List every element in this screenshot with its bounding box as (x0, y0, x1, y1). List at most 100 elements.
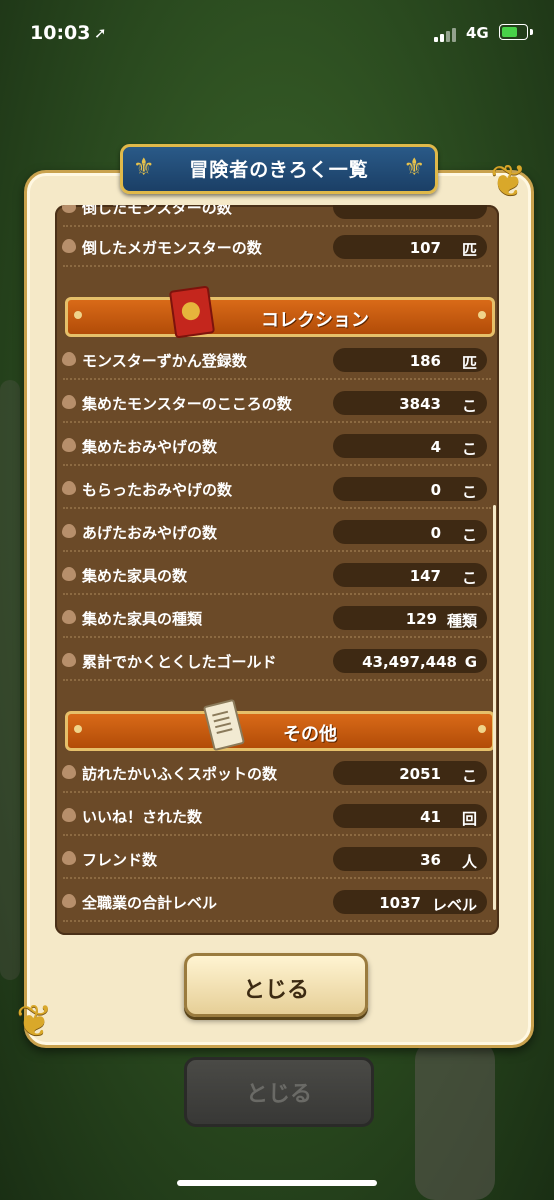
row-value-pill: 1037 レベル (333, 890, 487, 914)
row-value: 129 (405, 610, 437, 628)
row-unit: 匹 (461, 354, 477, 372)
row-unit: こ (461, 440, 477, 458)
row-value: 2051 (399, 765, 441, 783)
row-value: 3843 (399, 395, 441, 413)
battery-tip (530, 29, 533, 35)
row-unit: こ (461, 397, 477, 415)
close-button-label: とじる (242, 977, 309, 1002)
row-unit: 匹 (461, 241, 477, 259)
row-value-pill: 43,497,448 G (333, 649, 487, 673)
list-item: あげたおみやげの数 0 こ (55, 512, 499, 552)
home-indicator[interactable] (177, 1180, 377, 1186)
status-bar: 10:03 ➚ 4G (0, 0, 554, 62)
row-label: いいね！された数 (82, 808, 203, 826)
row-unit: こ (461, 569, 477, 587)
network-type: 4G (466, 24, 489, 42)
row-label: 訪れたかいふくスポットの数 (82, 765, 278, 783)
list-item: 集めたモンスターのこころの数 3843 こ (55, 383, 499, 423)
drop-icon (62, 894, 76, 908)
row-value: 1037 (379, 894, 421, 912)
corner-ornament-icon: ❦ (490, 156, 527, 207)
row-unit: レベル (431, 896, 477, 914)
row-value: 0 (430, 481, 441, 499)
row-value-pill: 3843 こ (333, 391, 487, 415)
row-unit: G (464, 653, 477, 671)
drop-icon (62, 352, 76, 366)
row-value-pill: 4 こ (333, 434, 487, 458)
row-label: もらったおみやげの数 (82, 481, 233, 499)
list-item: 全職業の合計レベル 1037 レベル (55, 882, 499, 922)
row-value-pill: 129 種類 (333, 606, 487, 630)
row-value-pill: 147 こ (333, 563, 487, 587)
background-path (0, 380, 20, 980)
row-unit: こ (461, 526, 477, 544)
list-item: いいね！された数 41 回 (55, 796, 499, 836)
list-item: 倒したモンスターの数 (55, 205, 499, 227)
row-label: 集めたおみやげの数 (82, 438, 218, 456)
row-value: 41 (420, 808, 441, 826)
row-label: 倒したモンスターの数 (82, 205, 232, 217)
row-unit: こ (461, 767, 477, 785)
row-label: 集めた家具の種類 (82, 610, 203, 628)
drop-icon (62, 239, 76, 253)
row-label: 倒したメガモンスターの数 (82, 239, 262, 257)
section-title: その他 (283, 724, 337, 745)
section-header-collection: コレクション (65, 285, 495, 339)
row-value-pill: 41 回 (333, 804, 487, 828)
row-value-pill: 186 匹 (333, 348, 487, 372)
drop-icon (62, 653, 76, 667)
drop-icon (62, 765, 76, 779)
list-item: 集めた家具の数 147 こ (55, 555, 499, 595)
drop-icon (62, 610, 76, 624)
background-path (415, 1040, 495, 1200)
drop-icon (62, 205, 76, 213)
row-value-pill: 2051 こ (333, 761, 487, 785)
row-value: 147 (409, 567, 441, 585)
drop-icon (62, 808, 76, 822)
signal-icon (434, 26, 460, 42)
records-list[interactable]: 倒したモンスターの数 倒したメガモンスターの数 107 匹 コレクション モンス… (55, 205, 499, 935)
row-value: 186 (409, 352, 441, 370)
list-item: フレンド数 36 人 (55, 839, 499, 879)
list-item: 集めた家具の種類 129 種類 (55, 598, 499, 638)
battery-icon (499, 24, 528, 40)
list-item: 訪れたかいふくスポットの数 2051 こ (55, 753, 499, 793)
background-close-button: とじる (184, 1057, 374, 1127)
section-title: コレクション (261, 310, 369, 331)
status-time: 10:03 (30, 22, 91, 44)
corner-ornament-icon: ❦ (16, 996, 53, 1047)
scrollbar[interactable] (493, 505, 496, 910)
row-unit: こ (461, 483, 477, 501)
row-value: 0 (430, 524, 441, 542)
drop-icon (62, 567, 76, 581)
location-arrow-icon: ➚ (94, 24, 107, 42)
drop-icon (62, 481, 76, 495)
row-label: 集めたモンスターのこころの数 (82, 395, 292, 413)
row-value: 36 (420, 851, 441, 869)
row-value-pill: 0 こ (333, 477, 487, 501)
row-value-pill: 36 人 (333, 847, 487, 871)
row-label: 累計でかくとくしたゴールド (82, 653, 277, 671)
fleur-icon: ⚜ (403, 153, 425, 181)
list-item: 集めたおみやげの数 4 こ (55, 426, 499, 466)
background-close-label: とじる (245, 1082, 312, 1107)
section-header-other: その他 (65, 698, 495, 752)
row-label: 全職業の合計レベル (82, 894, 218, 912)
page-title: 冒険者のきろく一覧 (189, 159, 369, 181)
drop-icon (62, 524, 76, 538)
list-item: 倒したメガモンスターの数 107 匹 (55, 227, 499, 267)
list-item: モンスターずかん登録数 186 匹 (55, 340, 499, 380)
row-unit: 回 (461, 810, 477, 828)
row-label: あげたおみやげの数 (82, 524, 218, 542)
row-label: フレンド数 (82, 851, 158, 869)
close-button[interactable]: とじる (184, 953, 368, 1017)
list-item: 累計でかくとくしたゴールド 43,497,448 G (55, 641, 499, 681)
row-value: 4 (430, 438, 441, 456)
drop-icon (62, 851, 76, 865)
row-value-pill: 0 こ (333, 520, 487, 544)
row-label: モンスターずかん登録数 (82, 352, 247, 370)
drop-icon (62, 395, 76, 409)
row-unit: 人 (461, 853, 477, 871)
row-value: 107 (409, 239, 441, 257)
title-plate: ⚜ 冒険者のきろく一覧 ⚜ (120, 144, 438, 194)
